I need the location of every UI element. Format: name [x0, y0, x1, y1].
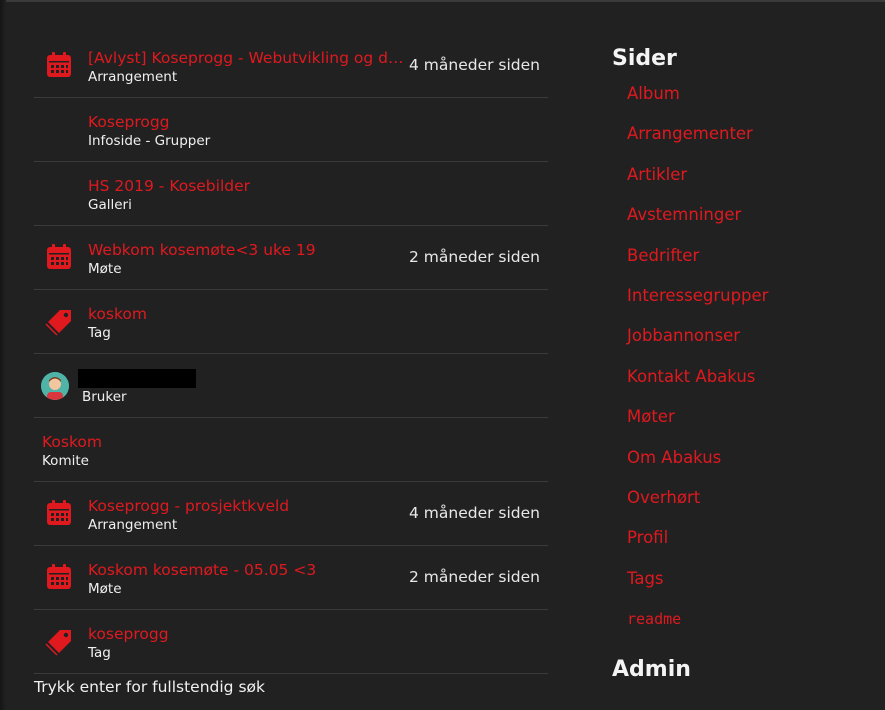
result-type: Møte: [88, 581, 122, 597]
sidebar-link-bedrifter[interactable]: Bedrifter: [612, 244, 872, 284]
sidebar-link-tags[interactable]: Tags: [612, 567, 872, 607]
result-time: 4 måneder siden: [408, 56, 540, 74]
result-title[interactable]: Koskom kosemøte - 05.05 <3: [88, 561, 408, 580]
sidebar-heading: Sider: [612, 46, 677, 71]
sidebar-link-kontakt-abakus[interactable]: Kontakt Abakus: [612, 365, 872, 405]
result-row[interactable]: koseprogg Tag: [34, 610, 548, 674]
calendar-icon: [47, 244, 71, 269]
result-type: Arrangement: [88, 69, 178, 85]
result-title[interactable]: Koseprogg: [88, 113, 408, 132]
result-type: Galleri: [88, 197, 132, 213]
sidebar-link-album[interactable]: Album: [612, 82, 872, 122]
result-type: Møte: [88, 261, 122, 277]
avatar: [41, 372, 69, 400]
result-type: Bruker: [82, 389, 127, 405]
sidebar-link-om-abakus[interactable]: Om Abakus: [612, 446, 872, 486]
left-shadow: [0, 0, 6, 710]
result-type: Arrangement: [88, 517, 178, 533]
sidebar-link-readme[interactable]: readme: [612, 607, 872, 647]
result-row[interactable]: Bruker: [34, 354, 548, 418]
result-row[interactable]: Koseprogg - prosjektkveld Arrangement 4 m…: [34, 482, 548, 546]
result-row[interactable]: Koskom kosemøte - 05.05 <3 Møte 2 måneder…: [34, 546, 548, 610]
sidebar-link-profil[interactable]: Profil: [612, 526, 872, 566]
result-time: 4 måneder siden: [408, 504, 540, 522]
result-type: Komite: [42, 453, 89, 469]
result-title[interactable]: Koskom: [42, 433, 362, 452]
result-title[interactable]: [Avlyst] Koseprogg - Webutvikling og då.…: [88, 49, 408, 68]
result-title[interactable]: HS 2019 - Kosebilder: [88, 177, 408, 196]
result-type: Tag: [88, 645, 111, 661]
sidebar-link-arrangementer[interactable]: Arrangementer: [612, 122, 872, 162]
result-title[interactable]: Koseprogg - prosjektkveld: [88, 497, 408, 516]
top-border: [0, 0, 885, 2]
tag-icon: [45, 630, 71, 656]
result-type: Tag: [88, 325, 111, 341]
sidebar-links: Album Arrangementer Artikler Avstemninge…: [612, 82, 872, 647]
result-type: Infoside - Grupper: [88, 133, 211, 149]
calendar-icon: [47, 52, 71, 77]
result-row[interactable]: Webkom kosemøte<3 uke 19 Møte 2 måneder s…: [34, 226, 548, 290]
result-time: 2 måneder siden: [408, 568, 540, 586]
sidebar-link-overhort[interactable]: Overhørt: [612, 486, 872, 526]
result-row[interactable]: HS 2019 - Kosebilder Galleri: [34, 162, 548, 226]
result-row[interactable]: Koseprogg Infoside - Grupper: [34, 98, 548, 162]
sidebar: Sider Album Arrangementer Artikler Avste…: [612, 44, 872, 685]
sidebar-link-moter[interactable]: Møter: [612, 405, 872, 445]
sidebar-link-artikler[interactable]: Artikler: [612, 163, 872, 203]
search-hint: Trykk enter for fullstendig søk: [34, 678, 265, 696]
result-title[interactable]: koskom: [88, 305, 408, 324]
result-row[interactable]: [Avlyst] Koseprogg - Webutvikling og då.…: [34, 34, 548, 98]
calendar-icon: [47, 500, 71, 525]
sidebar-link-jobbannonser[interactable]: Jobbannonser: [612, 324, 872, 364]
calendar-icon: [47, 564, 71, 589]
sidebar-link-interessegrupper[interactable]: Interessegrupper: [612, 284, 872, 324]
result-title[interactable]: Webkom kosemøte<3 uke 19: [88, 241, 408, 260]
sidebar-link-avstemninger[interactable]: Avstemninger: [612, 203, 872, 243]
result-row[interactable]: koskom Tag: [34, 290, 548, 354]
tag-icon: [45, 310, 71, 336]
redacted-username: [78, 369, 196, 388]
result-time: 2 måneder siden: [408, 248, 540, 266]
search-results: [Avlyst] Koseprogg - Webutvikling og då.…: [34, 34, 548, 674]
result-title[interactable]: koseprogg: [88, 625, 408, 644]
admin-heading: Admin: [612, 657, 691, 683]
result-row[interactable]: Koskom Komite: [34, 418, 548, 482]
